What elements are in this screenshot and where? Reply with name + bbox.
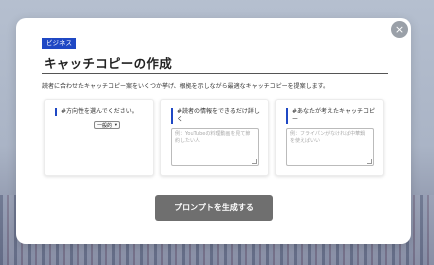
chevron-down-icon: ▾ [114,123,117,128]
generate-prompt-button[interactable]: プロンプトを生成する [155,195,273,221]
direction-card: #方向性を選んでください。 一般的 ▾ [44,99,154,176]
title-divider [42,73,388,74]
catchcopy-label: #あなたが考えたキャッチコピー [286,108,376,124]
catchcopy-card: #あなたが考えたキャッチコピー 例：フライパンがなければ中華鍋を使えばいい [275,99,384,176]
reader-info-card: #読者の情報をできるだけ詳しく 例：YouTubeの料理動画を見て節約したい人 [160,99,269,176]
catchcopy-textarea[interactable]: 例：フライパンがなければ中華鍋を使えばいい [286,128,374,166]
direction-select-value: 一般的 [97,123,113,129]
close-button[interactable]: × [391,21,408,38]
page-title: キャッチコピーの作成 [44,56,173,71]
direction-select[interactable]: 一般的 ▾ [94,121,120,129]
direction-label: #方向性を選んでください。 [55,108,138,116]
category-badge: ビジネス [42,38,76,49]
reader-info-textarea[interactable]: 例：YouTubeの料理動画を見て節約したい人 [171,128,259,166]
close-icon: × [394,23,405,36]
description-text: 読者に合わせたキャッチコピー案をいくつか挙げ、根拠を示しながら最適なキャッチコピ… [42,83,329,90]
reader-info-label: #読者の情報をできるだけ詳しく [171,108,261,124]
